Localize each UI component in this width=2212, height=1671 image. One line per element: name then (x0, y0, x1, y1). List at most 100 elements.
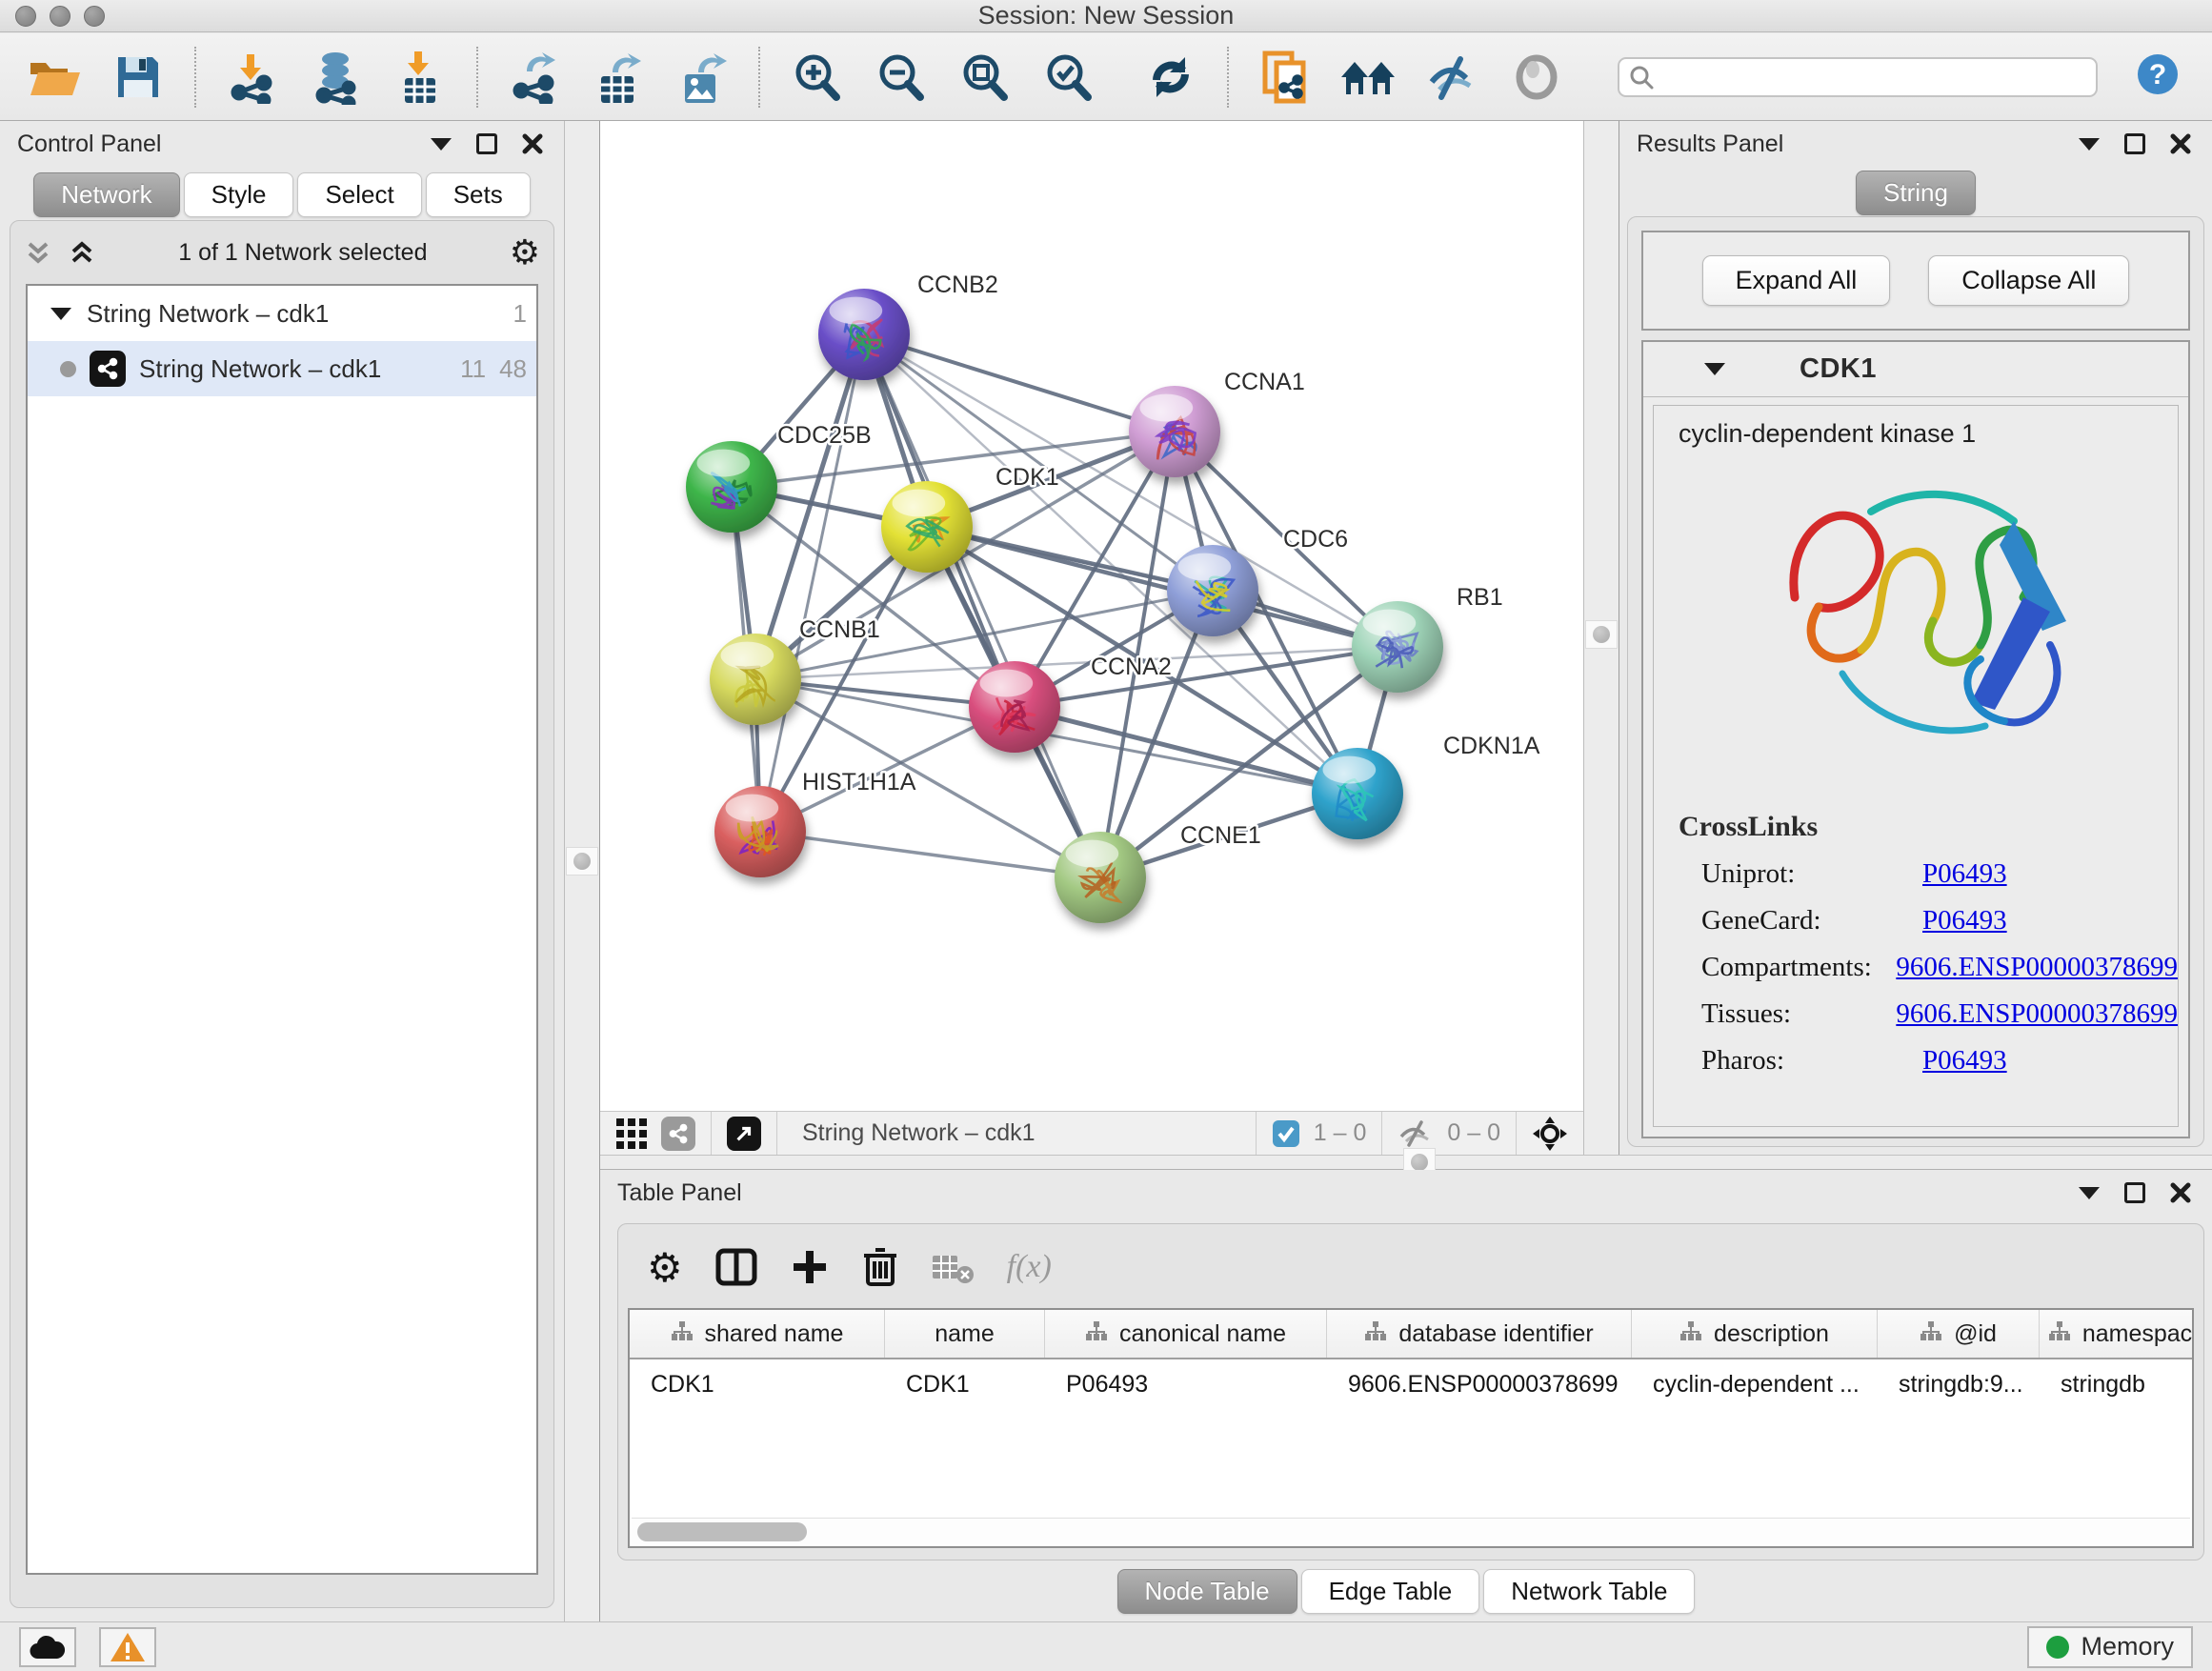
network-row[interactable]: String Network – cdk1 11 48 (28, 341, 536, 396)
grid-view-icon[interactable] (615, 1117, 648, 1150)
scrollbar-thumb[interactable] (637, 1522, 807, 1541)
export-image-button[interactable] (665, 43, 739, 111)
memory-button[interactable]: Memory (2027, 1626, 2193, 1668)
left-splitter[interactable] (564, 121, 600, 1621)
import-table-button[interactable] (383, 43, 457, 111)
float-panel-icon[interactable] (2124, 1182, 2145, 1203)
delete-column-icon[interactable] (862, 1246, 898, 1288)
column-header-description[interactable]: description (1632, 1310, 1878, 1358)
column-header-database-identifier[interactable]: database identifier (1327, 1310, 1632, 1358)
save-session-button[interactable] (101, 43, 175, 111)
cloud-status-button[interactable] (19, 1627, 76, 1667)
tab-edge-table[interactable]: Edge Table (1301, 1569, 1480, 1614)
panel-menu-icon[interactable] (2079, 138, 2100, 151)
network-node-cdk1[interactable]: CDK1 (881, 464, 1059, 573)
network-node-cdc6[interactable]: CDC6 (1167, 526, 1348, 636)
table-cell[interactable]: 9606.ENSP00000378699 (1327, 1371, 1632, 1399)
clone-network-button[interactable] (1248, 43, 1322, 111)
network-node-rb1[interactable]: RB1 (1352, 584, 1503, 693)
help-button[interactable]: ? (2136, 52, 2180, 101)
network-canvas[interactable]: CCNB2CCNA1CDC25BCDK1CDC6RB1CCNB1CCNA2CDK… (600, 121, 1583, 1111)
column-header-name[interactable]: name (885, 1310, 1045, 1358)
zoom-selected-button[interactable] (1031, 43, 1105, 111)
open-session-button[interactable] (17, 43, 91, 111)
tab-network[interactable]: Network (33, 172, 179, 217)
refresh-layout-button[interactable] (1134, 43, 1208, 111)
collapse-all-icon[interactable] (24, 238, 52, 267)
close-panel-icon[interactable] (2170, 133, 2191, 154)
network-edge[interactable] (864, 334, 1175, 432)
network-node-hist1h1a[interactable]: HIST1H1A (714, 769, 916, 877)
function-builder-icon[interactable]: f(x) (1007, 1249, 1052, 1285)
table-cell[interactable]: CDK1 (630, 1371, 885, 1399)
birdseye-icon[interactable] (1532, 1116, 1568, 1152)
column-header-canonical-name[interactable]: canonical name (1045, 1310, 1327, 1358)
network-node-ccnb2[interactable]: CCNB2 (818, 272, 998, 380)
inspect-button[interactable] (1499, 43, 1574, 111)
collection-expander-icon[interactable] (50, 308, 71, 320)
expand-all-icon[interactable] (68, 238, 96, 267)
tab-network-table[interactable]: Network Table (1483, 1569, 1695, 1614)
zoom-in-button[interactable] (779, 43, 854, 111)
expand-all-button[interactable]: Expand All (1702, 255, 1891, 306)
table-horizontal-scrollbar[interactable] (632, 1518, 2190, 1544)
gene-header-row[interactable]: CDK1 (1643, 342, 2188, 397)
tab-string[interactable]: String (1856, 171, 1976, 215)
network-node-cdc25b[interactable]: CDC25B (686, 422, 872, 533)
string-view-icon[interactable] (661, 1117, 695, 1151)
table-cell[interactable]: CDK1 (885, 1371, 1045, 1399)
search-field[interactable] (1618, 57, 2098, 97)
table-row[interactable]: CDK1CDK1P064939606.ENSP00000378699cyclin… (630, 1359, 2192, 1409)
column-header-shared-name[interactable]: shared name (630, 1310, 885, 1358)
network-edge[interactable] (760, 334, 864, 832)
close-panel-icon[interactable] (522, 133, 543, 154)
table-cell[interactable]: stringdb (2040, 1371, 2194, 1399)
crosslink-link[interactable]: P06493 (1922, 1045, 2007, 1077)
warnings-button[interactable] (99, 1627, 156, 1667)
float-panel-icon[interactable] (2124, 133, 2145, 154)
delete-table-icon[interactable] (931, 1250, 975, 1284)
table-cell[interactable]: cyclin-dependent ... (1632, 1371, 1878, 1399)
table-options-gear-icon[interactable]: ⚙ (647, 1244, 683, 1291)
tab-sets[interactable]: Sets (426, 172, 531, 217)
crosslink-link[interactable]: P06493 (1922, 858, 2007, 890)
show-hide-button[interactable] (1416, 43, 1490, 111)
float-panel-icon[interactable] (476, 133, 497, 154)
home-button[interactable] (1332, 43, 1406, 111)
horizontal-splitter[interactable] (600, 1155, 2212, 1170)
network-edge[interactable] (760, 832, 1100, 877)
crosslink-link[interactable]: 9606.ENSP00000378699 (1896, 952, 2178, 983)
network-node-ccne1[interactable]: CCNE1 (1055, 822, 1261, 923)
column-header--id[interactable]: @id (1878, 1310, 2040, 1358)
gene-expander-icon[interactable] (1704, 363, 1725, 375)
selected-checkbox-icon[interactable] (1272, 1119, 1300, 1148)
export-network-button[interactable] (497, 43, 572, 111)
hidden-eye-icon[interactable] (1398, 1119, 1434, 1148)
import-network-file-button[interactable] (215, 43, 290, 111)
network-options-gear-icon[interactable]: ⚙ (510, 232, 540, 272)
export-table-button[interactable] (581, 43, 655, 111)
column-header-namespac[interactable]: namespac (2040, 1310, 2194, 1358)
network-node-cdkn1a[interactable]: CDKN1A (1312, 733, 1540, 839)
crosslink-link[interactable]: P06493 (1922, 905, 2007, 936)
panel-menu-icon[interactable] (2079, 1187, 2100, 1199)
panel-menu-icon[interactable] (431, 138, 452, 151)
crosslink-link[interactable]: 9606.ENSP00000378699 (1896, 998, 2178, 1030)
table-cell[interactable]: stringdb:9... (1878, 1371, 2040, 1399)
right-splitter-handle[interactable] (1585, 620, 1618, 649)
close-panel-icon[interactable] (2170, 1182, 2191, 1203)
add-column-icon[interactable] (790, 1247, 830, 1287)
right-splitter[interactable] (1583, 121, 1619, 1155)
import-network-database-button[interactable] (299, 43, 373, 111)
network-node-ccna1[interactable]: CCNA1 (1129, 369, 1305, 477)
zoom-out-button[interactable] (863, 43, 937, 111)
show-columns-icon[interactable] (715, 1246, 757, 1288)
detach-view-icon[interactable] (727, 1117, 761, 1151)
network-node-ccnb1[interactable]: CCNB1 (710, 616, 880, 725)
table-cell[interactable]: P06493 (1045, 1371, 1327, 1399)
tab-node-table[interactable]: Node Table (1117, 1569, 1297, 1614)
search-input[interactable] (1661, 64, 2086, 91)
tab-select[interactable]: Select (297, 172, 421, 217)
tab-style[interactable]: Style (184, 172, 294, 217)
zoom-fit-button[interactable] (947, 43, 1021, 111)
